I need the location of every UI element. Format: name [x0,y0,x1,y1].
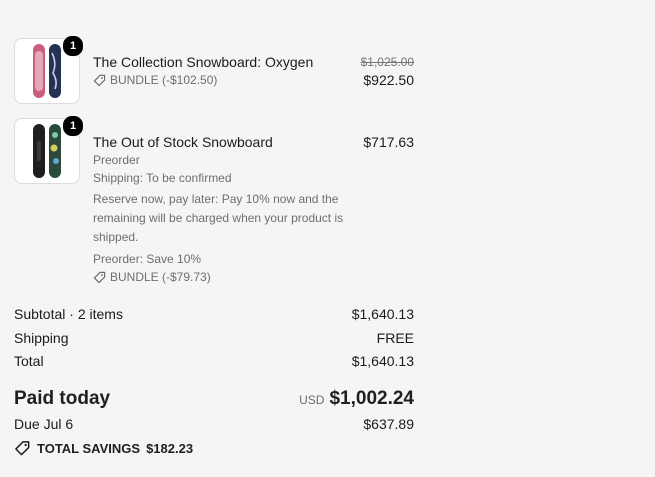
currency-code: USD [299,393,325,407]
item-info: The Collection Snowboard: Oxygen BUNDLE … [93,38,361,104]
item-title: The Collection Snowboard: Oxygen [93,54,314,70]
discount-text: BUNDLE (-$79.73) [110,270,211,284]
discount-label: BUNDLE (-$102.50) [93,71,361,89]
order-summary: 1 The Collection Snowboard: Oxygen BUNDL… [14,35,414,457]
paid-today-amount: $1,002.24 [329,388,414,409]
savings-tag-icon [15,441,30,456]
preorder-label: Preorder [93,153,140,167]
total-savings-value: $182.23 [146,441,194,456]
paid-today-label: Paid today [14,388,111,409]
quantity-badge: 1 [62,35,84,57]
line-item: 1 The Out of Stock Snowboard Preorder Sh… [14,115,414,286]
total-savings: TOTAL SAVINGS $182.23 [14,440,414,457]
tag-icon [93,271,106,283]
snowboard-thumbnail-icon [33,44,61,98]
due-label: Due Jul 6 [14,416,74,432]
item-price: $717.63 [363,118,414,286]
total-row: Total $1,640.13 [14,353,414,369]
shipping-status: Shipping: To be confirmed [93,171,232,185]
item-price-value: $717.63 [363,134,414,150]
item-info: The Out of Stock Snowboard Preorder Ship… [93,118,363,286]
shipping-value: FREE [376,330,414,346]
due-value: $637.89 [363,416,414,432]
shipping-label: Shipping [14,330,69,346]
total-label: Total [14,353,44,369]
item-price: $1,025.00 $922.50 [361,38,414,104]
discount-label: BUNDLE (-$79.73) [93,268,363,286]
total-value: $1,640.13 [351,353,414,369]
discounted-price: $922.50 [363,72,414,88]
subtotal-label: Subtotal · 2 items [14,306,123,322]
snowboard-thumbnail-icon [33,124,61,178]
item-title: The Out of Stock Snowboard [93,134,273,150]
paid-today-row: Paid today USD $1,002.24 [14,388,414,410]
quantity-badge: 1 [62,115,84,137]
product-thumbnail-wrap: 1 [14,115,84,184]
line-item: 1 The Collection Snowboard: Oxygen BUNDL… [14,35,414,104]
subtotal-row: Subtotal · 2 items $1,640.13 [14,306,414,322]
shipping-row: Shipping FREE [14,330,414,346]
subtotal-value: $1,640.13 [351,306,414,322]
due-row: Due Jul 6 $637.89 [14,416,414,432]
total-savings-label: TOTAL SAVINGS [37,441,141,456]
original-price: $1,025.00 [360,55,414,69]
preorder-savings: Preorder: Save 10% [93,252,202,266]
tag-icon [93,74,106,86]
paid-today-amount-wrap: USD $1,002.24 [299,388,414,410]
discount-text: BUNDLE (-$102.50) [110,73,218,87]
product-thumbnail-wrap: 1 [14,35,84,104]
preorder-note: Reserve now, pay later: Pay 10% now and … [93,192,344,244]
